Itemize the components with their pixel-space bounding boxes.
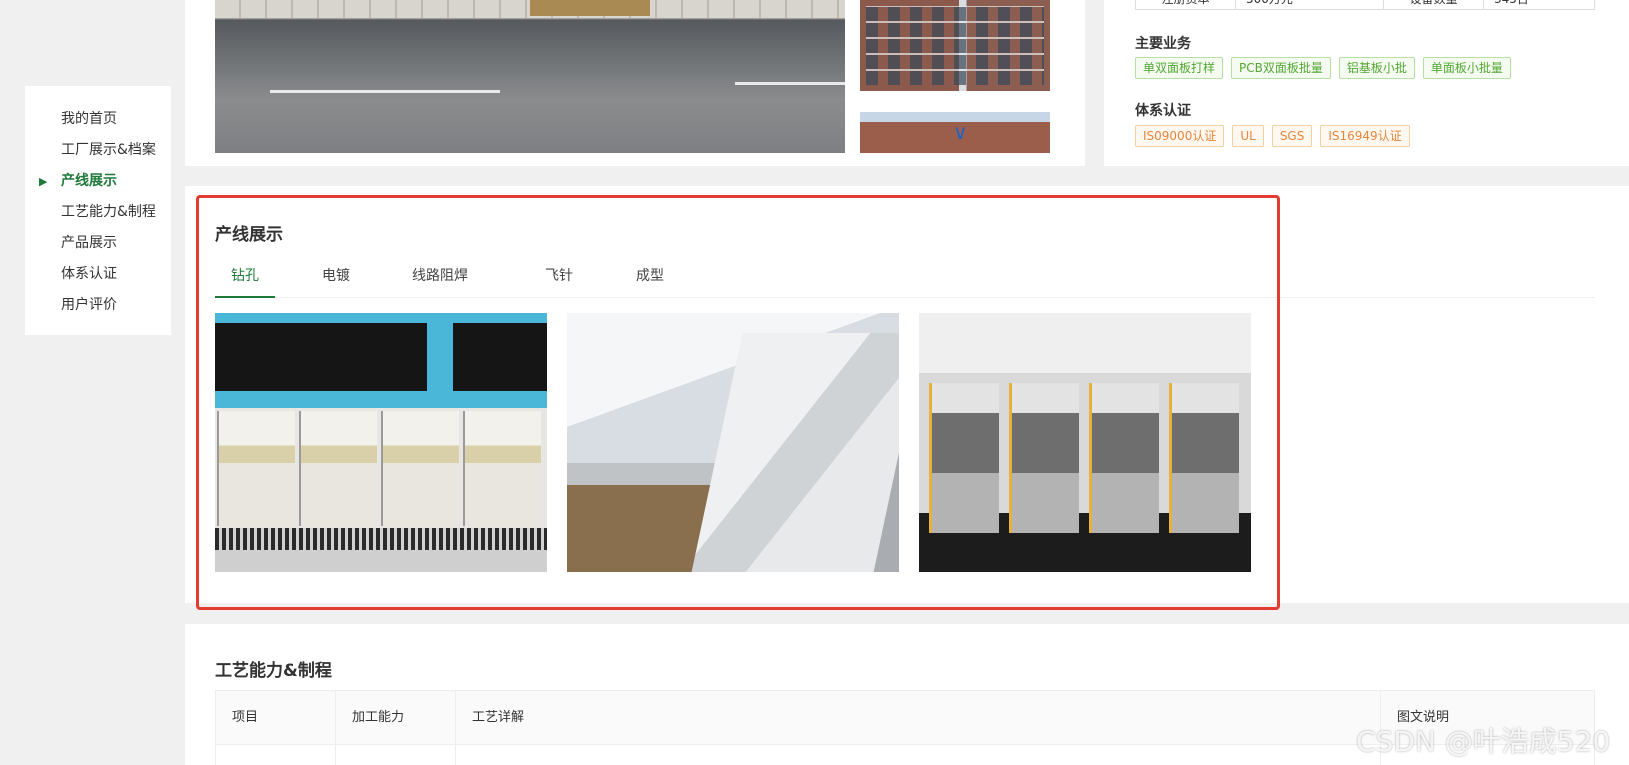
- tab-forming[interactable]: 成型: [623, 258, 677, 298]
- production-photo[interactable]: [215, 313, 547, 572]
- sidebar-item-label: 产线展示: [61, 173, 117, 189]
- info-cell: 注册资本: [1136, 0, 1236, 9]
- production-photo[interactable]: [919, 313, 1251, 572]
- tab-drilling[interactable]: 钻孔: [215, 258, 275, 298]
- business-tag: PCB双面板批量: [1231, 57, 1331, 79]
- business-title: 主要业务: [1135, 36, 1191, 52]
- business-tag: 单双面板打样: [1135, 57, 1224, 79]
- info-cell: 500万元: [1236, 0, 1384, 9]
- business-tags: 单双面板打样 PCB双面板批量 铝基板小批 单面板小批量: [1135, 57, 1511, 79]
- business-tag: 单面板小批量: [1422, 57, 1511, 79]
- sidebar-item-reviews[interactable]: 用户评价: [25, 290, 171, 321]
- cert-tag: UL: [1232, 125, 1264, 147]
- certification-tags: IS09000认证 UL SGS IS16949认证: [1135, 125, 1410, 147]
- factory-main-photo[interactable]: [215, 0, 845, 153]
- sidebar-item-label: 我的首页: [61, 111, 117, 127]
- tab-solder-mask[interactable]: 线路阻焊: [395, 258, 485, 298]
- column-header: 工艺详解: [456, 691, 1381, 744]
- sidebar-nav: 我的首页 工厂展示&档案 ▶ 产线展示 工艺能力&制程 产品展示 体系认证 用户评…: [25, 86, 171, 335]
- cert-tag: IS09000认证: [1135, 125, 1225, 147]
- tab-plating[interactable]: 电镀: [309, 258, 363, 298]
- sidebar-item-process[interactable]: 工艺能力&制程: [25, 197, 171, 228]
- sidebar-item-label: 体系认证: [61, 266, 117, 282]
- sidebar-item-certification[interactable]: 体系认证: [25, 259, 171, 290]
- cert-tag: IS16949认证: [1320, 125, 1410, 147]
- info-table-row: 注册资本 500万元 设备数量 345台: [1135, 0, 1595, 10]
- sidebar-item-products[interactable]: 产品展示: [25, 228, 171, 259]
- tab-flying-probe[interactable]: 飞针: [532, 258, 586, 298]
- sidebar-item-home[interactable]: 我的首页: [25, 104, 171, 135]
- section-title: 工艺能力&制程: [215, 661, 332, 681]
- production-photo[interactable]: [567, 313, 899, 572]
- active-arrow-icon: ▶: [39, 175, 48, 188]
- column-header: 加工能力: [336, 691, 456, 744]
- info-cell: 345台: [1484, 0, 1594, 9]
- section-title: 产线展示: [215, 225, 283, 245]
- certification-title: 体系认证: [1135, 103, 1191, 119]
- sidebar-item-label: 产品展示: [61, 235, 117, 251]
- business-tag: 铝基板小批: [1338, 57, 1415, 79]
- cert-tag: SGS: [1271, 125, 1313, 147]
- sidebar-item-factory[interactable]: 工厂展示&档案: [25, 135, 171, 166]
- info-cell: 设备数量: [1384, 0, 1484, 9]
- factory-thumbnail[interactable]: ∨: [860, 112, 1050, 153]
- sidebar-item-label: 用户评价: [61, 297, 117, 313]
- chevron-down-icon[interactable]: ∨: [953, 122, 968, 142]
- factory-thumbnail[interactable]: [860, 0, 1050, 91]
- production-tabs: 钻孔 电镀 线路阻焊 飞针 成型: [215, 258, 1595, 298]
- column-header: 项目: [216, 691, 336, 744]
- sidebar-item-label: 工厂展示&档案: [61, 142, 156, 158]
- sidebar-item-production-line[interactable]: ▶ 产线展示: [25, 166, 171, 197]
- watermark: CSDN @叶浩成520: [1356, 725, 1611, 758]
- sidebar-item-label: 工艺能力&制程: [61, 204, 156, 220]
